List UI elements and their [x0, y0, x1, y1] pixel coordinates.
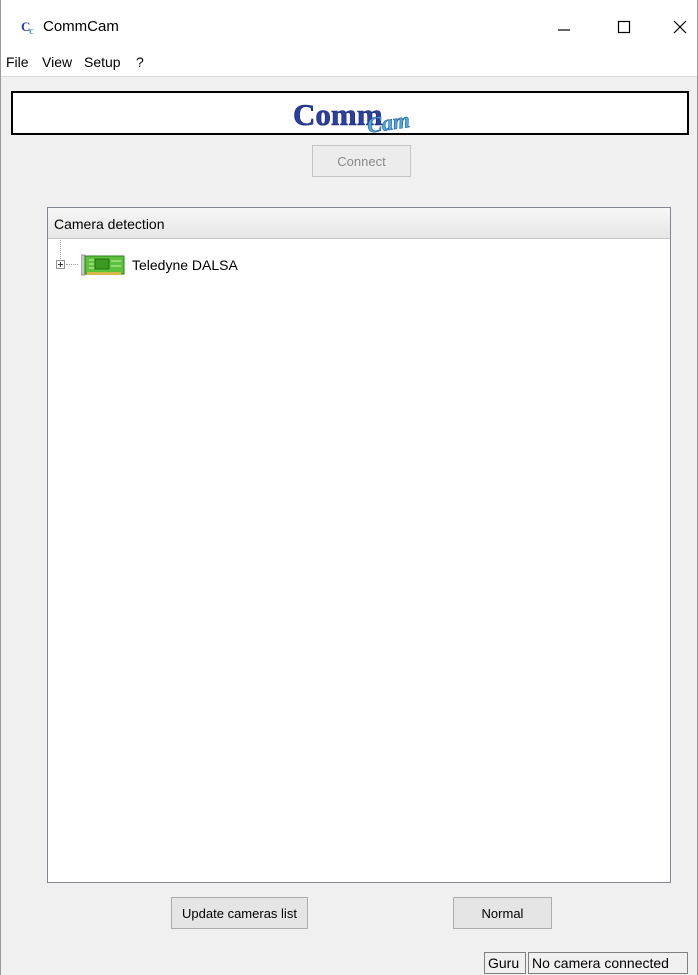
- menu-view[interactable]: View: [42, 54, 72, 70]
- expand-plus-icon[interactable]: [56, 260, 65, 269]
- maximize-button[interactable]: [601, 8, 647, 46]
- tree-item-label: Teledyne DALSA: [132, 257, 238, 273]
- tree-header[interactable]: Camera detection: [48, 208, 670, 239]
- menu-file[interactable]: File: [6, 54, 29, 70]
- commcam-window: C c CommCam File View Setup ? Comm Cam C…: [0, 0, 698, 975]
- minimize-button[interactable]: [541, 8, 587, 46]
- camera-detection-tree[interactable]: Camera detection Teledyne DALSA: [47, 207, 671, 883]
- minimize-icon: [558, 29, 570, 31]
- frame-grabber-card-icon: [81, 254, 125, 276]
- logo-banner: Comm Cam: [11, 91, 689, 135]
- menu-setup[interactable]: Setup: [84, 54, 121, 70]
- status-connection: No camera connected: [528, 952, 688, 974]
- title-bar[interactable]: C c CommCam: [1, 0, 697, 50]
- mode-normal-button[interactable]: Normal: [453, 897, 552, 929]
- tree-connector-line: [60, 240, 61, 259]
- close-button[interactable]: [657, 8, 697, 46]
- commcam-app-icon: C c: [21, 19, 34, 35]
- tree-item-teledyne-dalsa[interactable]: Teledyne DALSA: [48, 240, 670, 278]
- update-cameras-list-button[interactable]: Update cameras list: [171, 897, 308, 929]
- svg-text:c: c: [29, 25, 34, 35]
- tree-connector-line: [66, 264, 78, 265]
- close-icon: [673, 20, 687, 34]
- connect-button[interactable]: Connect: [312, 145, 411, 177]
- commcam-logo: Comm Cam: [293, 97, 412, 133]
- window-title: CommCam: [43, 18, 119, 35]
- menu-help[interactable]: ?: [136, 54, 144, 70]
- status-mode: Guru: [484, 952, 526, 974]
- menu-bar: File View Setup ?: [1, 50, 697, 77]
- maximize-icon: [617, 20, 631, 34]
